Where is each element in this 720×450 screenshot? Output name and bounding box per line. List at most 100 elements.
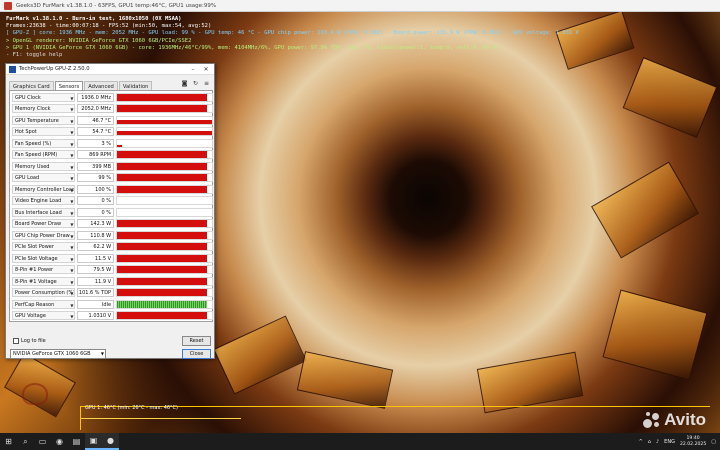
sensor-name: GPU Clock bbox=[15, 94, 41, 101]
sensor-name: Fan Speed (RPM) bbox=[15, 152, 58, 159]
chevron-down-icon: ▼ bbox=[70, 176, 74, 182]
sensor-name: 8-Pin #1 Power bbox=[15, 267, 54, 274]
sensor-graph bbox=[116, 173, 213, 183]
sensor-name-dropdown[interactable]: Power Consumption (%) ▼ bbox=[12, 288, 76, 298]
sensor-value: 101.6 % TDP bbox=[77, 288, 115, 298]
sensor-value: 99 % bbox=[77, 173, 115, 183]
furmark-title: Geeks3D FurMark v1.38.1.0 - 63FPS, GPU1 … bbox=[16, 2, 217, 9]
sensor-row: Board Power Draw ▼ 142.3 W bbox=[10, 219, 213, 230]
sensor-graph bbox=[116, 92, 213, 102]
furmark-osd: FurMark v1.38.1.0 - Burn-in test, 1680x1… bbox=[6, 16, 579, 59]
sensor-graph bbox=[116, 230, 213, 240]
clock[interactable]: 19:40 22.02.2025 bbox=[680, 436, 706, 447]
gpuz-titlebar[interactable]: TechPowerUp GPU-Z 2.50.0 – ✕ bbox=[6, 64, 214, 75]
notifications-icon[interactable]: ▢ bbox=[711, 439, 716, 445]
sensor-value: 0 % bbox=[77, 207, 115, 217]
sensor-row: PCIe Slot Power ▼ 62.2 W bbox=[10, 242, 213, 253]
sensor-name-dropdown[interactable]: Memory Clock ▼ bbox=[12, 104, 76, 114]
chevron-down-icon: ▼ bbox=[70, 279, 74, 285]
sensor-graph-fill bbox=[117, 162, 208, 170]
sensor-row: PCIe Slot Voltage ▼ 11.5 V bbox=[10, 253, 213, 264]
sensor-name-dropdown[interactable]: Memory Used ▼ bbox=[12, 161, 76, 171]
sensor-name-dropdown[interactable]: GPU Temperature ▼ bbox=[12, 115, 76, 125]
sensor-row: Fan Speed (RPM) ▼ 869 RPM bbox=[10, 150, 213, 161]
sensor-name-dropdown[interactable]: Bus Interface Load ▼ bbox=[12, 207, 76, 217]
gpuz-tabs: Graphics Card Sensors Advanced Validatio… bbox=[6, 75, 214, 91]
sensor-name-dropdown[interactable]: PCIe Slot Voltage ▼ bbox=[12, 253, 76, 263]
temperature-trace bbox=[81, 418, 241, 419]
sensor-graph-fill bbox=[117, 312, 208, 320]
sensor-name-dropdown[interactable]: 8-Pin #1 Power ▼ bbox=[12, 265, 76, 275]
chrome-icon[interactable]: ◉ bbox=[51, 433, 68, 450]
sensor-name-dropdown[interactable]: GPU Voltage ▼ bbox=[12, 311, 76, 321]
camera-icon[interactable]: ◙ bbox=[181, 80, 188, 87]
sensor-name: GPU Load bbox=[15, 175, 40, 182]
sensor-name-dropdown[interactable]: Memory Controller Load ▼ bbox=[12, 184, 76, 194]
chevron-down-icon: ▼ bbox=[70, 222, 74, 228]
close-button[interactable]: Close bbox=[182, 349, 211, 359]
gpuz-taskbar-icon[interactable]: ▣ bbox=[85, 433, 102, 450]
avito-logo-icon bbox=[643, 411, 661, 429]
sensor-name-dropdown[interactable]: Board Power Draw ▼ bbox=[12, 219, 76, 229]
sensor-graph-fill bbox=[117, 277, 208, 285]
osd-line-frames: Frames:23638 - time:00:07:18 - FPS:52 (m… bbox=[6, 23, 212, 30]
chevron-down-icon: ▼ bbox=[70, 245, 74, 251]
sensor-graph-fill bbox=[117, 289, 208, 297]
sensor-value: 110.8 W bbox=[77, 230, 115, 240]
temperature-graph-label: GPU 1: 46°C (min: 26°C - max: 46°C) bbox=[85, 405, 178, 411]
sensor-name-dropdown[interactable]: GPU Chip Power Draw ▼ bbox=[12, 230, 76, 240]
sensor-name-dropdown[interactable]: PCIe Slot Power ▼ bbox=[12, 242, 76, 252]
chevron-down-icon: ▼ bbox=[100, 351, 104, 356]
sensor-name: PCIe Slot Voltage bbox=[15, 255, 58, 262]
sensor-graph-fill bbox=[117, 131, 212, 136]
sensor-graph-fill bbox=[117, 144, 122, 147]
sensor-name: 8-Pin #1 Voltage bbox=[15, 278, 57, 285]
sensor-name: PCIe Slot Power bbox=[15, 244, 54, 251]
sensor-name: GPU Temperature bbox=[15, 117, 59, 124]
tray-chevron-icon[interactable]: ^ bbox=[639, 439, 643, 445]
sensor-graph-fill bbox=[117, 93, 208, 101]
volume-icon[interactable]: ♪ bbox=[656, 439, 659, 445]
sensor-name-dropdown[interactable]: GPU Load ▼ bbox=[12, 173, 76, 183]
gpuz-window: TechPowerUp GPU-Z 2.50.0 – ✕ Graphics Ca… bbox=[5, 63, 215, 359]
sensor-list: GPU Clock ▼ 1936.0 MHz Memory Clock ▼ 2052.0 … bbox=[9, 90, 213, 322]
gpu-select[interactable]: NVIDIA GeForce GTX 1060 6GB ▼ bbox=[10, 349, 106, 359]
menu-icon[interactable]: ≡ bbox=[203, 80, 210, 87]
gpuz-app-icon bbox=[9, 65, 16, 73]
sensor-name: Board Power Draw bbox=[15, 221, 62, 228]
sensor-value: 46.7 °C bbox=[77, 115, 115, 125]
network-icon[interactable]: ⌂ bbox=[648, 439, 651, 445]
sensor-graph bbox=[116, 253, 213, 263]
checkbox-box[interactable] bbox=[13, 338, 19, 344]
close-icon[interactable]: ✕ bbox=[201, 65, 211, 74]
furmark-taskbar-icon[interactable]: ● bbox=[102, 433, 119, 450]
sensor-value: 1.0310 V bbox=[77, 311, 115, 321]
sensor-name-dropdown[interactable]: Hot Spot ▼ bbox=[12, 127, 76, 137]
reset-button[interactable]: Reset bbox=[182, 336, 211, 346]
refresh-icon[interactable]: ↻ bbox=[192, 80, 199, 87]
search-icon[interactable]: ⌕ bbox=[17, 433, 34, 450]
sensor-name-dropdown[interactable]: Video Engine Load ▼ bbox=[12, 196, 76, 206]
sensor-name: Memory Controller Load bbox=[15, 186, 76, 193]
sensor-graph-fill bbox=[117, 243, 208, 251]
sensor-name-dropdown[interactable]: 8-Pin #1 Voltage ▼ bbox=[12, 276, 76, 286]
windows-start-icon[interactable]: ⊞ bbox=[0, 433, 17, 450]
language-indicator[interactable]: ENG bbox=[664, 439, 675, 445]
sensor-name-dropdown[interactable]: GPU Clock ▼ bbox=[12, 92, 76, 102]
sensor-name-dropdown[interactable]: PerfCap Reason ▼ bbox=[12, 299, 76, 309]
sensor-name-dropdown[interactable]: Fan Speed (RPM) ▼ bbox=[12, 150, 76, 160]
minimize-icon[interactable]: – bbox=[188, 65, 198, 74]
log-to-file-checkbox[interactable]: Log to file bbox=[13, 338, 46, 344]
sensor-value: 62.2 W bbox=[77, 242, 115, 252]
avito-word: Avito bbox=[664, 410, 706, 429]
sensor-graph-fill bbox=[117, 231, 208, 239]
explorer-icon[interactable]: ▤ bbox=[68, 433, 85, 450]
sensor-name-dropdown[interactable]: Fan Speed (%) ▼ bbox=[12, 138, 76, 148]
sensor-row: GPU Temperature ▼ 46.7 °C bbox=[10, 115, 213, 126]
sensor-graph bbox=[116, 196, 213, 206]
furmark-logo bbox=[22, 383, 48, 405]
sensor-graph bbox=[116, 265, 213, 275]
chevron-down-icon: ▼ bbox=[70, 164, 74, 170]
task-view-icon[interactable]: ▭ bbox=[34, 433, 51, 450]
sensor-name: PerfCap Reason bbox=[15, 301, 55, 308]
